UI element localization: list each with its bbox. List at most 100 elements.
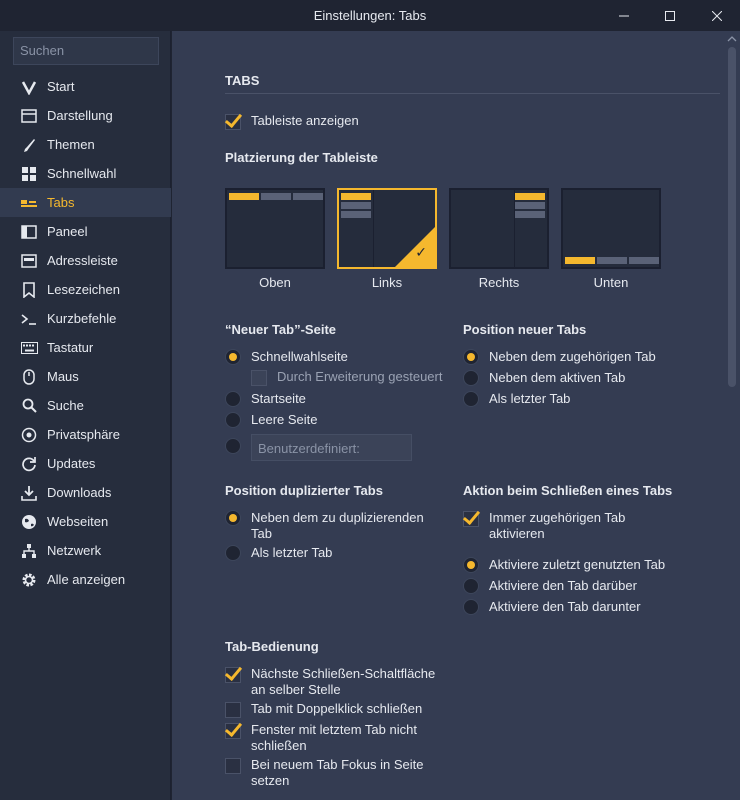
sidebar-item-alle-anzeigen[interactable]: Alle anzeigen <box>0 565 171 594</box>
sidebar-item-label: Updates <box>47 456 96 471</box>
radio-button[interactable] <box>463 349 479 365</box>
radio-blank-page[interactable]: Leere Seite <box>225 412 318 428</box>
sidebar-item-label: Kurzbefehle <box>47 311 117 326</box>
sidebar-item-label: Alle anzeigen <box>47 572 126 587</box>
radio-button[interactable] <box>225 545 241 561</box>
sidebar-item-start[interactable]: Start <box>0 72 171 101</box>
checkbox-box[interactable] <box>225 114 241 130</box>
search-input[interactable]: Suchen <box>13 37 159 65</box>
checkbox-box[interactable] <box>225 702 241 718</box>
radio-label: Schnellwahlseite <box>251 349 348 364</box>
sidebar-item-label: Webseiten <box>47 514 109 529</box>
radio-label: Neben dem zugehörigen Tab <box>489 349 656 364</box>
checkbox-label: Immer zugehörigen Tab aktivieren <box>489 510 626 541</box>
sidebar-item-label: Downloads <box>47 485 112 500</box>
radio-button[interactable] <box>225 510 241 526</box>
radio-next-to-duplicated[interactable]: Neben dem zu duplizierenden Tab <box>225 510 425 542</box>
search-icon <box>20 397 38 415</box>
tab-segment <box>341 202 371 209</box>
sidebar-item-kurzbefehle[interactable]: Kurzbefehle <box>0 304 171 333</box>
checkbox-box[interactable] <box>251 370 267 386</box>
radio-custom[interactable] <box>225 438 251 454</box>
radio-next-to-active[interactable]: Neben dem aktiven Tab <box>463 370 625 386</box>
tab-segment <box>629 257 659 264</box>
keep-window-checkbox[interactable]: Fenster mit letztem Tab nicht schließen <box>225 722 440 754</box>
sidebar-item-label: Netzwerk <box>47 543 102 558</box>
sidebar: Suchen Start Darstellung Themen Schnellw… <box>0 31 171 800</box>
sidebar-item-suche[interactable]: Suche <box>0 391 171 420</box>
radio-button[interactable] <box>463 578 479 594</box>
radio-start-page[interactable]: Startseite <box>225 391 306 407</box>
radio-button[interactable] <box>463 370 479 386</box>
radio-button[interactable] <box>463 391 479 407</box>
sidebar-item-updates[interactable]: Updates <box>0 449 171 478</box>
extension-controlled-checkbox[interactable]: Durch Erweiterung gesteuert <box>251 369 442 386</box>
radio-button[interactable] <box>225 412 241 428</box>
checkbox-box[interactable] <box>225 723 241 739</box>
radio-button[interactable] <box>225 391 241 407</box>
radio-as-last-tab[interactable]: Als letzter Tab <box>463 391 570 407</box>
divider <box>225 93 720 94</box>
sidebar-item-maus[interactable]: Maus <box>0 362 171 391</box>
tab-segment <box>229 193 259 200</box>
radio-button[interactable] <box>225 438 241 454</box>
sidebar-item-tabs[interactable]: Tabs <box>0 188 171 217</box>
sidebar-item-downloads[interactable]: Downloads <box>0 478 171 507</box>
vertical-scrollbar[interactable] <box>724 31 740 800</box>
sidebar-item-schnellwahl[interactable]: Schnellwahl <box>0 159 171 188</box>
radio-label: Neben dem zu duplizierenden Tab <box>251 510 424 541</box>
focus-page-checkbox[interactable]: Bei neuem Tab Fokus in Seite setzen <box>225 757 440 789</box>
terminal-icon <box>20 310 38 328</box>
radio-duplicate-last[interactable]: Als letzter Tab <box>225 545 332 561</box>
radio-button[interactable] <box>225 349 241 365</box>
sidebar-item-tastatur[interactable]: Tastatur <box>0 333 171 362</box>
always-related-checkbox[interactable]: Immer zugehörigen Tab aktivieren <box>463 510 643 542</box>
radio-button[interactable] <box>463 557 479 573</box>
scrollbar-thumb[interactable] <box>728 47 736 387</box>
sidebar-item-webseiten[interactable]: Webseiten <box>0 507 171 536</box>
checkbox-box[interactable] <box>225 667 241 683</box>
sidebar-item-netzwerk[interactable]: Netzwerk <box>0 536 171 565</box>
checkbox-box[interactable] <box>463 511 479 527</box>
radio-next-to-related[interactable]: Neben dem zugehörigen Tab <box>463 349 656 365</box>
tab-handling-heading: Tab-Bedienung <box>225 639 319 654</box>
tab-segment <box>261 193 291 200</box>
placement-left-tile[interactable]: ✓ <box>337 188 437 269</box>
grid-icon <box>20 165 38 183</box>
radio-speed-dial[interactable]: Schnellwahlseite <box>225 349 348 365</box>
radio-tab-above[interactable]: Aktiviere den Tab darüber <box>463 578 637 594</box>
double-click-close-checkbox[interactable]: Tab mit Doppelklick schließen <box>225 701 422 718</box>
mouse-icon <box>20 368 38 386</box>
network-icon <box>20 542 38 560</box>
close-button[interactable] <box>694 0 740 31</box>
placement-right-tile[interactable] <box>449 188 549 269</box>
sidebar-item-label: Maus <box>47 369 79 384</box>
check-icon: ✓ <box>415 244 427 260</box>
title-bar: Einstellungen: Tabs <box>0 0 740 31</box>
radio-tab-below[interactable]: Aktiviere den Tab darunter <box>463 599 641 615</box>
placement-left-label: Links <box>371 275 403 290</box>
tab-segment <box>293 193 323 200</box>
radio-last-used[interactable]: Aktiviere zuletzt genutzten Tab <box>463 557 665 573</box>
sidebar-item-darstellung[interactable]: Darstellung <box>0 101 171 130</box>
sidebar-item-lesezeichen[interactable]: Lesezeichen <box>0 275 171 304</box>
placement-bottom-tile[interactable] <box>561 188 661 269</box>
scroll-up-icon <box>727 36 737 42</box>
tab-segment <box>515 193 545 200</box>
placement-top-tile[interactable] <box>225 188 325 269</box>
checkbox-box[interactable] <box>225 758 241 774</box>
sidebar-item-privatsphaere[interactable]: Privatsphäre <box>0 420 171 449</box>
custom-url-input[interactable]: Benutzerdefiniert: <box>251 434 412 461</box>
show-tabbar-checkbox[interactable]: Tableiste anzeigen <box>225 113 359 130</box>
checkbox-label: Tableiste anzeigen <box>251 113 359 128</box>
close-button-same-place-checkbox[interactable]: Nächste Schließen-Schaltfläche an selber… <box>225 666 440 698</box>
radio-button[interactable] <box>463 599 479 615</box>
placement-bottom-label: Unten <box>593 275 629 290</box>
maximize-icon <box>665 10 675 21</box>
sidebar-item-paneel[interactable]: Paneel <box>0 217 171 246</box>
sidebar-item-themen[interactable]: Themen <box>0 130 171 159</box>
new-tab-position-heading: Position neuer Tabs <box>463 322 587 337</box>
minimize-button[interactable] <box>601 0 647 31</box>
sidebar-item-adressleiste[interactable]: Adressleiste <box>0 246 171 275</box>
maximize-button[interactable] <box>647 0 693 31</box>
